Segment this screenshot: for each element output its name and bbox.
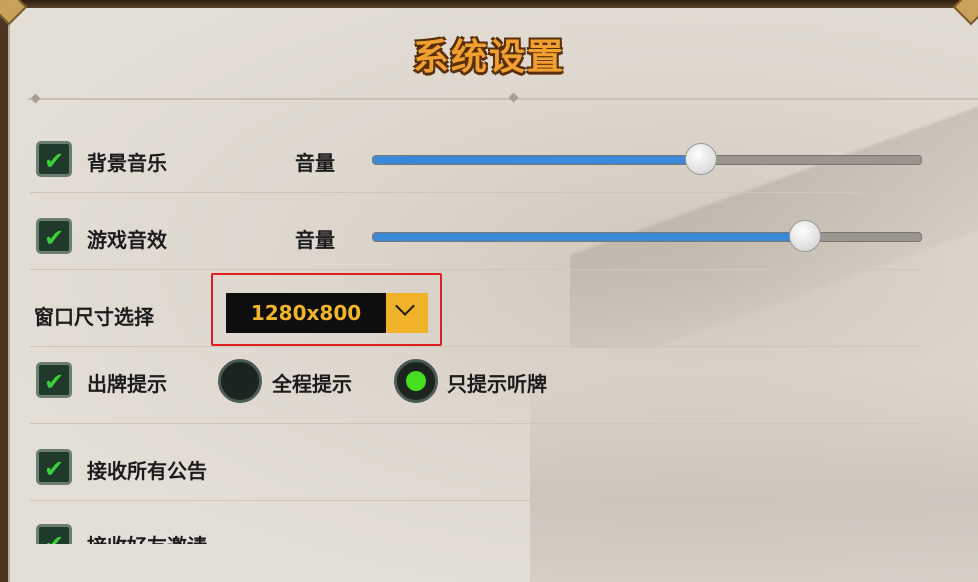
row-divider xyxy=(30,500,920,501)
radio-full-hint-label: 全程提示 xyxy=(272,372,352,396)
radio-full-hint[interactable] xyxy=(218,359,262,403)
top-border xyxy=(0,0,978,8)
scroll-clip-region: ✔ 接收好友邀请 xyxy=(0,510,978,544)
window-size-label: 窗口尺寸选择 xyxy=(34,305,154,329)
row-divider xyxy=(30,269,920,270)
checkmark-icon: ✔ xyxy=(44,368,65,396)
row-divider xyxy=(30,192,920,193)
row-divider xyxy=(30,423,920,424)
radio-ready-hint-only-label: 只提示听牌 xyxy=(447,372,547,396)
announcements-checkbox[interactable]: ✔ xyxy=(36,449,72,485)
checkmark-icon: ✔ xyxy=(44,147,65,175)
highlight-annotation-box xyxy=(211,273,442,346)
row-divider xyxy=(30,346,920,347)
sfx-volume-thumb[interactable] xyxy=(788,220,821,252)
friend-invite-checkbox[interactable]: ✔ xyxy=(36,524,72,544)
checkmark-icon: ✔ xyxy=(44,530,65,544)
dialog-title: 系统设置 xyxy=(412,37,565,78)
sfx-volume-fill xyxy=(373,233,806,241)
bgm-volume-slider[interactable] xyxy=(372,155,922,165)
bgm-volume-fill xyxy=(373,156,702,164)
bgm-volume-label: 音量 xyxy=(295,151,335,175)
radio-selected-dot xyxy=(406,371,426,391)
sfx-volume-slider[interactable] xyxy=(372,232,922,242)
sfx-volume-label: 音量 xyxy=(295,228,335,252)
settings-window-frame: 系统设置 ✔ 背景音乐 音量 ✔ 游戏音效 音量 窗口尺寸选择 1280x800… xyxy=(0,0,978,582)
background-building-art xyxy=(530,368,978,582)
friend-invite-label: 接收好友邀请 xyxy=(87,530,207,544)
play-hint-label: 出牌提示 xyxy=(87,372,167,396)
settings-panel xyxy=(8,8,978,582)
bgm-label: 背景音乐 xyxy=(87,151,167,175)
checkmark-icon: ✔ xyxy=(44,455,65,483)
bgm-volume-thumb[interactable] xyxy=(684,143,717,175)
checkmark-icon: ✔ xyxy=(44,224,65,252)
sfx-label: 游戏音效 xyxy=(87,228,167,252)
background-mountain-art xyxy=(570,88,978,348)
announcements-label: 接收所有公告 xyxy=(87,459,207,483)
radio-ready-hint-only[interactable] xyxy=(394,359,438,403)
bgm-checkbox[interactable]: ✔ xyxy=(36,141,72,177)
title-divider xyxy=(28,98,978,100)
play-hint-checkbox[interactable]: ✔ xyxy=(36,362,72,398)
sfx-checkbox[interactable]: ✔ xyxy=(36,218,72,254)
